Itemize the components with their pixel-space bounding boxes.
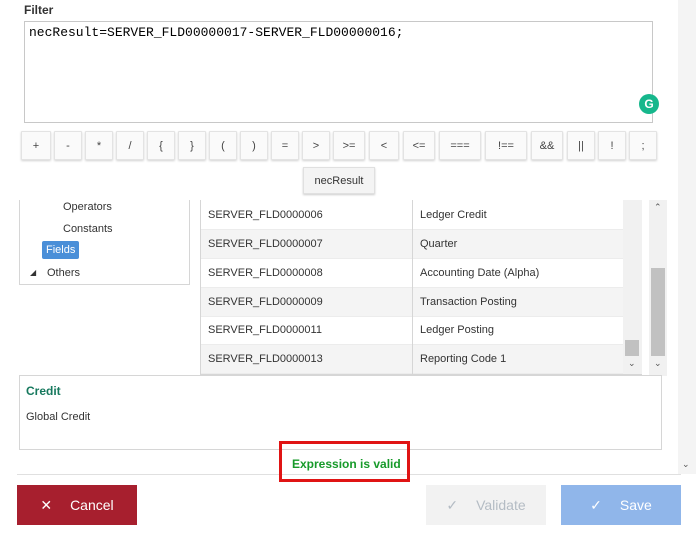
close-icon: ✕ <box>40 496 53 513</box>
validation-message: Expression is valid <box>292 457 401 471</box>
operator-button[interactable]: !== <box>485 131 527 160</box>
field-name: Reporting Code 1 <box>420 353 507 365</box>
expand-caret-icon[interactable]: ◢ <box>30 268 36 277</box>
field-id: SERVER_FLD0000006 <box>208 209 323 221</box>
operator-button[interactable]: || <box>567 131 595 160</box>
operator-button[interactable]: >= <box>333 131 365 160</box>
operator-button[interactable]: < <box>369 131 399 160</box>
field-id: SERVER_FLD0000011 <box>208 324 322 336</box>
field-name: Quarter <box>420 238 458 250</box>
field-name: Ledger Credit <box>420 209 487 221</box>
tree-item-fields[interactable]: Fields <box>42 241 80 259</box>
tree-item-constants[interactable]: Constants <box>63 223 113 235</box>
check-icon: ✓ <box>446 496 459 513</box>
panel-scroll-thumb[interactable] <box>651 268 665 356</box>
save-label: Save <box>619 497 652 513</box>
operator-button[interactable]: - <box>54 131 82 160</box>
filter-label: Filter <box>24 3 54 17</box>
page-scrollbar[interactable]: ⌄ <box>678 0 696 474</box>
validate-button[interactable]: ✓ Validate <box>426 485 546 525</box>
category-tree: Operators Constants Fields ◢ Others ⌄ <box>19 200 190 285</box>
field-description-title: Credit <box>26 384 61 398</box>
field-id: SERVER_FLD0000007 <box>208 238 323 250</box>
operator-button[interactable]: === <box>439 131 481 160</box>
chevron-down-icon[interactable]: ⌄ <box>654 358 662 369</box>
tree-item-others[interactable]: Others <box>47 267 80 279</box>
cancel-button[interactable]: ✕ Cancel <box>17 485 137 525</box>
field-description-text: Global Credit <box>26 411 91 423</box>
field-id: SERVER_FLD0000013 <box>208 353 323 365</box>
validate-label: Validate <box>476 497 526 513</box>
operator-button[interactable]: = <box>271 131 299 160</box>
operator-button[interactable]: ) <box>240 131 268 160</box>
operator-button[interactable]: > <box>302 131 330 160</box>
variable-chip[interactable]: necResult <box>303 167 375 194</box>
operator-button[interactable]: / <box>116 131 144 160</box>
operator-button[interactable]: } <box>178 131 206 160</box>
operator-button[interactable]: ( <box>209 131 237 160</box>
chevron-down-icon[interactable]: ⌄ <box>682 459 690 470</box>
operator-button[interactable]: <= <box>403 131 435 160</box>
table-scroll-thumb[interactable] <box>625 340 639 356</box>
field-id: SERVER_FLD0000008 <box>208 267 323 279</box>
operator-button[interactable]: ! <box>598 131 626 160</box>
grammarly-icon[interactable]: G <box>639 94 659 114</box>
cancel-label: Cancel <box>70 497 114 513</box>
chevron-down-icon[interactable]: ⌄ <box>628 358 636 369</box>
save-button[interactable]: ✓ Save <box>561 485 681 525</box>
chevron-up-icon[interactable]: ⌃ <box>654 202 662 213</box>
operator-button[interactable]: + <box>21 131 51 160</box>
operator-button[interactable]: { <box>147 131 175 160</box>
field-name: Ledger Posting <box>420 324 494 336</box>
table-scrollbar[interactable]: ⌄ <box>623 200 642 374</box>
operator-button[interactable]: ; <box>629 131 657 160</box>
fields-table: SERVER_FLD0000006 Ledger Credit SERVER_F… <box>200 200 642 375</box>
operator-button[interactable]: && <box>531 131 563 160</box>
column-divider <box>412 200 413 374</box>
field-description-panel: Credit Global Credit <box>19 375 662 450</box>
field-id: SERVER_FLD0000009 <box>208 296 323 308</box>
operator-button[interactable]: * <box>85 131 113 160</box>
check-icon: ✓ <box>590 496 602 513</box>
field-name: Transaction Posting <box>420 296 517 308</box>
expression-editor[interactable]: necResult=SERVER_FLD00000017-SERVER_FLD0… <box>24 21 653 123</box>
panel-scrollbar[interactable]: ⌃ ⌄ <box>649 200 667 376</box>
field-name: Accounting Date (Alpha) <box>420 267 540 279</box>
tree-item-operators[interactable]: Operators <box>63 201 112 213</box>
